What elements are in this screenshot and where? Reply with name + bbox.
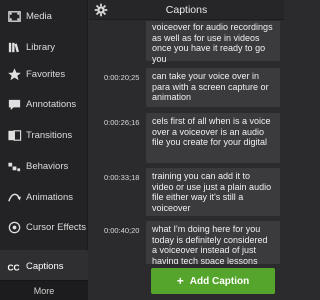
caption-list: voiceover for audio recordings as well a… [89,21,284,264]
sidebar-item-label: Cursor Effects [26,222,87,233]
caption-timestamp[interactable]: 0:00:26;16 [104,118,139,127]
sidebar-item-behaviors[interactable]: Behaviors [0,150,88,183]
panel-header: Captions [89,0,284,20]
library-books-icon [6,40,22,56]
caption-text[interactable]: training you can add it to video or use … [146,168,280,216]
more-button[interactable]: More [0,280,88,300]
star-icon [6,67,22,83]
sidebar-item-label: Favorites [26,69,66,80]
cursor-target-icon [6,220,22,236]
add-caption-label: Add Caption [189,275,250,287]
sidebar-item-label: Animations [26,192,73,203]
caption-text[interactable]: cels first of all when is a voice over a… [146,113,280,163]
sidebar-item-animations[interactable]: Animations [0,181,88,214]
sidebar: Media Library Favorites Annotations Tran… [0,0,88,300]
caption-timestamp[interactable]: 0:00:20;25 [104,73,139,82]
sidebar-item-label: Annotations [26,99,77,110]
caption-timestamp[interactable]: 0:00:40;20 [104,226,139,235]
svg-text:CC: CC [7,262,19,272]
behaviors-icon [6,159,22,175]
add-caption-button[interactable]: + Add Caption [151,268,275,294]
sidebar-item-captions[interactable]: CC Captions [0,250,88,283]
annotation-bubble-icon [6,97,22,113]
sidebar-item-cursor-effects[interactable]: Cursor Effects [0,211,88,244]
film-strip-icon [6,9,22,25]
sidebar-item-annotations[interactable]: Annotations [0,88,88,121]
caption-timestamp[interactable]: 0:00:33;18 [104,173,139,182]
plus-icon: + [176,274,184,288]
cc-icon: CC [6,259,22,275]
caption-text[interactable]: what I'm doing here for you today is def… [146,221,280,264]
sidebar-item-media[interactable]: Media [0,0,88,33]
scrollbar[interactable] [281,21,284,264]
arrow-curve-icon [6,190,22,206]
sidebar-item-label: Library [26,42,56,53]
sidebar-item-label: Captions [26,261,64,272]
captions-panel: Captions voiceover for audio recordings … [89,0,284,300]
sidebar-item-favorites[interactable]: Favorites [0,58,88,91]
transition-icon [6,128,22,144]
sidebar-item-label: Behaviors [26,161,69,172]
caption-text[interactable]: voiceover for audio recordings as well a… [146,21,280,64]
sidebar-item-label: Media [26,11,52,22]
sidebar-item-transitions[interactable]: Transitions [0,119,88,152]
sidebar-item-label: Transitions [26,130,73,141]
caption-text[interactable]: can take your voice over in para with a … [146,68,280,107]
page-title: Captions [165,3,208,16]
